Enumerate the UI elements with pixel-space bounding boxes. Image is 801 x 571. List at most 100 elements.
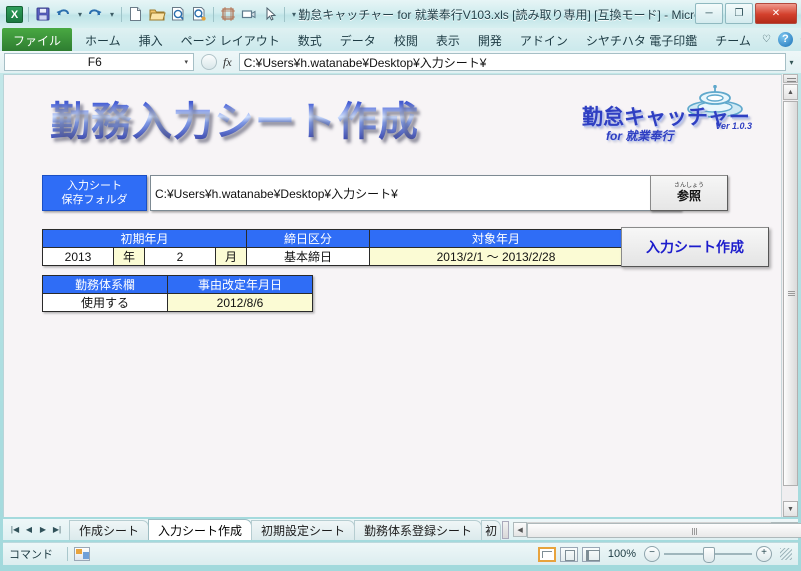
header-target-period: 対象年月 [369, 229, 623, 248]
cancel-enter-icon[interactable] [201, 54, 217, 70]
close-button[interactable]: ✕ [755, 3, 797, 24]
macro-record-icon[interactable] [74, 547, 90, 561]
help-icon[interactable]: ? [777, 32, 793, 47]
worksheet-canvas[interactable]: 勤務入力シート作成 勤務入力シート作成 勤怠キャッチャー for 就業奉行 Ve… [4, 75, 770, 517]
save-folder-label-line2: 保存フォルダ [61, 194, 128, 206]
title-bar: X ▾ ▾ ▾ 勤怠キャッチャー for 就業奉行V103.xls [読み取り専… [0, 0, 801, 28]
resize-grip[interactable] [780, 548, 792, 560]
cell-revision-date[interactable]: 2012/8/6 [167, 293, 313, 312]
zoom-out-button[interactable]: − [644, 546, 660, 562]
tab-insert[interactable]: 挿入 [130, 28, 172, 51]
new-file-icon[interactable] [127, 5, 145, 23]
excel-app-icon[interactable]: X [6, 5, 23, 23]
work-system-table: 勤務体系欄 事由改定年月日 使用する 2012/8/6 [42, 275, 313, 312]
expand-formula-bar-icon[interactable]: ▾ [786, 58, 797, 67]
tab-review[interactable]: 校閲 [385, 28, 427, 51]
excel-window: X ▾ ▾ ▾ 勤怠キャッチャー for 就業奉行V103.xls [読み取り専… [0, 0, 801, 571]
tab-home[interactable]: ホーム [76, 28, 130, 51]
scroll-down-icon[interactable]: ▼ [783, 501, 798, 517]
qat-divider-3 [213, 6, 214, 22]
camera-icon[interactable] [240, 5, 258, 23]
tab-shachihata[interactable]: シヤチハタ 電子印鑑 [577, 28, 706, 51]
table-header-row: 初期年月 締日区分 対象年月 [42, 229, 623, 248]
name-box-dropdown-icon[interactable]: ▾ [184, 58, 193, 66]
tab-page-layout[interactable]: ページ レイアウト [172, 28, 289, 51]
undo-icon[interactable] [55, 5, 73, 23]
header-work-system-column: 勤務体系欄 [42, 275, 168, 294]
sheet-tab-bar: |◀ ◀ ▶ ▶| 作成シート 入力シート作成 初期設定シート 勤務体系登録シー… [3, 519, 801, 540]
header-initial-period: 初期年月 [42, 229, 247, 248]
tab-developer[interactable]: 開発 [469, 28, 511, 51]
zoom-slider-thumb[interactable] [703, 547, 715, 563]
tab-team[interactable]: チーム [706, 28, 760, 51]
insert-function-icon[interactable]: fx [223, 55, 232, 70]
save-folder-path-input[interactable]: C:¥Users¥h.watanabe¥Desktop¥入力シート¥ [150, 175, 681, 211]
quick-print-icon[interactable] [190, 5, 208, 23]
create-input-sheet-button[interactable]: 入力シート作成 [621, 227, 769, 267]
sheet-tab-sakusei[interactable]: 作成シート [69, 519, 150, 540]
cell-month-value[interactable]: 2 [144, 247, 216, 266]
tab-view[interactable]: 表示 [427, 28, 469, 51]
qat-divider-4 [284, 6, 285, 22]
sheet-tab-shokisettei[interactable]: 初期設定シート [251, 519, 356, 540]
vertical-scroll-thumb[interactable] [783, 101, 798, 486]
formula-input[interactable]: C:¥Users¥h.watanabe¥Desktop¥入力シート¥ [238, 53, 786, 71]
select-cursor-icon[interactable] [261, 5, 279, 23]
horizontal-scroll-thumb[interactable] [527, 522, 801, 538]
horizontal-scroll-track[interactable] [527, 521, 801, 538]
first-sheet-icon[interactable]: |◀ [9, 525, 21, 534]
page-setup-icon[interactable] [219, 5, 237, 23]
vertical-scrollbar[interactable]: ▲ ▼ [781, 74, 798, 517]
save-folder-label-line1: 入力シート [67, 180, 122, 192]
browse-button-label: 参照 [676, 189, 701, 203]
split-pane-handle[interactable] [783, 74, 798, 83]
tab-formulas[interactable]: 数式 [289, 28, 331, 51]
last-sheet-icon[interactable]: ▶| [51, 525, 63, 534]
tab-addins[interactable]: アドイン [511, 28, 577, 51]
window-controls: ─ ❐ ✕ [695, 3, 797, 24]
horizontal-scrollbar[interactable]: ◀ ▶ [513, 521, 801, 538]
worksheet-area: 勤務入力シート作成 勤務入力シート作成 勤怠キャッチャー for 就業奉行 Ve… [3, 74, 781, 517]
redo-icon[interactable] [87, 5, 105, 23]
minimize-button[interactable]: ─ [695, 3, 723, 24]
tab-data[interactable]: データ [331, 28, 385, 51]
next-sheet-icon[interactable]: ▶ [37, 525, 49, 534]
redo-dropdown-icon[interactable]: ▾ [108, 10, 116, 19]
sheet-tab-nyuryoku-sheet-sakusei[interactable]: 入力シート作成 [148, 519, 253, 540]
tab-split-handle[interactable] [502, 520, 510, 539]
open-folder-icon[interactable] [148, 5, 166, 23]
cell-work-system-use[interactable]: 使用する [42, 293, 168, 312]
undo-dropdown-icon[interactable]: ▾ [76, 10, 84, 19]
period-table: 初期年月 締日区分 対象年月 2013 年 2 月 基本締日 2013/2/1 … [42, 229, 623, 266]
table-row: 2013 年 2 月 基本締日 2013/2/1 ～ 2013/2/28 [42, 247, 623, 266]
sheet-tab-partial[interactable]: 初 [481, 519, 502, 540]
zoom-slider[interactable] [664, 547, 752, 563]
status-mode-text: コマンド [9, 549, 53, 561]
customize-qat-icon[interactable]: ▾ [290, 10, 298, 19]
scroll-left-icon[interactable]: ◀ [513, 522, 528, 537]
tab-file[interactable]: ファイル [2, 28, 73, 51]
normal-view-button[interactable] [537, 546, 556, 562]
page-break-view-button[interactable] [581, 546, 600, 562]
name-box[interactable]: F6 ▾ [4, 53, 194, 71]
status-divider [67, 547, 68, 561]
save-folder-row: 入力シート 保存フォルダ C:¥Users¥h.watanabe¥Desktop… [42, 175, 681, 211]
page-title: 勤務入力シート作成 [50, 89, 419, 147]
save-icon[interactable] [34, 5, 52, 23]
sheet-tab-kinmutaikei-touroku[interactable]: 勤務体系登録シート [354, 519, 483, 540]
logo-subtitle: for 就業奉行 [606, 129, 674, 143]
print-preview-icon[interactable] [169, 5, 187, 23]
heart-icon[interactable]: ♡ [760, 34, 773, 45]
cell-month-unit: 月 [215, 247, 247, 266]
scroll-up-icon[interactable]: ▲ [783, 84, 798, 100]
cell-year-value[interactable]: 2013 [42, 247, 114, 266]
browse-button[interactable]: さんしょう 参照 [650, 175, 728, 211]
ribbon-right-controls: ♡ ? ─ ❐ ✕ [760, 28, 801, 51]
zoom-level-label[interactable]: 100% [604, 548, 640, 560]
cell-closing-type[interactable]: 基本締日 [246, 247, 370, 266]
prev-sheet-icon[interactable]: ◀ [23, 525, 35, 534]
zoom-in-button[interactable]: + [756, 546, 772, 562]
page-layout-view-button[interactable] [559, 546, 578, 562]
maximize-button[interactable]: ❐ [725, 3, 753, 24]
quick-access-toolbar: X ▾ ▾ ▾ [0, 5, 298, 23]
